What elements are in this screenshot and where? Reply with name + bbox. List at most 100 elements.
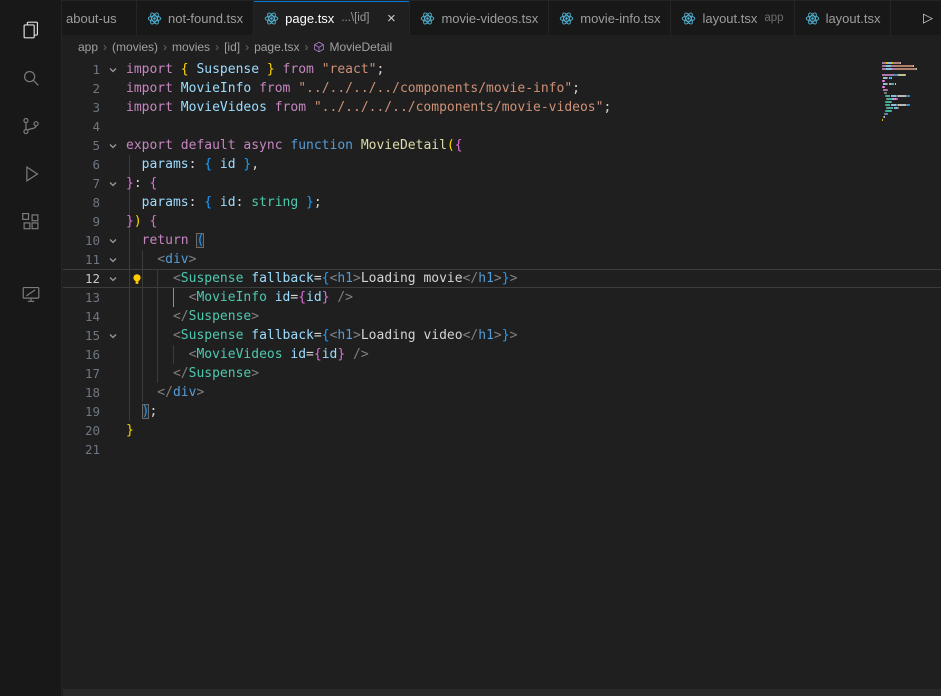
code-token: params — [126, 195, 189, 210]
breadcrumb-item-movies[interactable]: movies — [172, 40, 210, 54]
activity-bar-item-run-debug[interactable] — [7, 150, 55, 198]
run-icon[interactable]: ▷ — [923, 10, 933, 26]
code-line[interactable]: 14 </Suspense> — [63, 307, 941, 326]
line-number[interactable]: 3 — [63, 98, 100, 117]
line-number[interactable]: 13 — [63, 288, 100, 307]
tab-bar: about-us not-found.tsx page.tsx ...\[id]… — [62, 0, 941, 35]
code-text: <Suspense fallback={<h1>Loading movie</h… — [126, 269, 941, 288]
fold-gutter — [100, 326, 126, 345]
line-number[interactable]: 20 — [63, 421, 100, 440]
code-line[interactable]: 8 params: { id: string }; — [63, 193, 941, 212]
code-token: } — [501, 328, 510, 343]
tab-movie-videos-tsx[interactable]: movie-videos.tsx — [410, 1, 550, 35]
activity-bar-item-search[interactable] — [7, 54, 55, 102]
code-line[interactable]: 12 <Suspense fallback={<h1>Loading movie… — [63, 269, 941, 288]
code-line[interactable]: 17 </Suspense> — [63, 364, 941, 383]
tab-about-us[interactable]: about-us — [62, 1, 137, 35]
line-number[interactable]: 18 — [63, 383, 100, 402]
chevron-down-icon[interactable] — [108, 141, 118, 151]
breadcrumb-symbol-moviedetail[interactable]: MovieDetail — [313, 40, 392, 54]
chevron-down-icon[interactable] — [108, 65, 118, 75]
extensions-icon — [21, 212, 38, 230]
line-number[interactable]: 21 — [63, 440, 100, 459]
code-line[interactable]: 1 import { Suspense } from "react"; — [63, 60, 941, 79]
minimap-line — [882, 74, 938, 76]
horizontal-scrollbar[interactable] — [63, 689, 941, 696]
code-token: /> — [345, 347, 369, 362]
line-number[interactable]: 5 — [63, 136, 100, 155]
line-number[interactable]: 10 — [63, 231, 100, 250]
code-line[interactable]: 15 <Suspense fallback={<h1>Loading video… — [63, 326, 941, 345]
code-token: Suspense — [188, 62, 267, 77]
line-number[interactable]: 1 — [63, 60, 100, 79]
close-icon[interactable]: × — [383, 11, 399, 26]
code-line[interactable]: 18 </div> — [63, 383, 941, 402]
code-token: h1 — [478, 271, 494, 286]
breadcrumb-item-id[interactable]: [id] — [224, 40, 240, 54]
line-number[interactable]: 15 — [63, 326, 100, 345]
tab-not-found-tsx[interactable]: not-found.tsx — [137, 1, 255, 35]
line-number[interactable]: 8 — [63, 193, 100, 212]
code-line[interactable]: 20} — [63, 421, 941, 440]
tab-movie-info-tsx[interactable]: movie-info.tsx — [549, 1, 672, 35]
line-number[interactable]: 6 — [63, 155, 100, 174]
code-line[interactable]: 13 <MovieInfo id={id} /> — [63, 288, 941, 307]
line-number[interactable]: 17 — [63, 364, 100, 383]
code-token: } — [321, 290, 330, 305]
code-token: ) — [133, 214, 142, 229]
line-number[interactable]: 2 — [63, 79, 100, 98]
code-line[interactable]: 19 ); — [63, 402, 941, 421]
activity-bar — [0, 0, 62, 696]
code-line[interactable]: 16 <MovieVideos id={id} /> — [63, 345, 941, 364]
activity-bar-item-extensions[interactable] — [7, 198, 55, 246]
code-line[interactable]: 3 import MovieVideos from "../../../../co… — [63, 98, 941, 117]
breadcrumb-item-movies-group[interactable]: (movies) — [112, 40, 158, 54]
code-line[interactable]: 7}: { — [63, 174, 941, 193]
fold-gutter — [100, 269, 126, 288]
minimap-line — [882, 101, 938, 103]
code-line[interactable]: 10 return ( — [63, 231, 941, 250]
tab-label: page.tsx — [285, 10, 335, 26]
line-number[interactable]: 7 — [63, 174, 100, 193]
code-line[interactable]: 5 export default async function MovieDeta… — [63, 136, 941, 155]
activity-bar-item-remote-explorer[interactable] — [7, 270, 55, 318]
breadcrumb-item-app[interactable]: app — [78, 40, 98, 54]
chevron-down-icon[interactable] — [108, 331, 118, 341]
code-line[interactable]: 21 — [63, 440, 941, 459]
activity-bar-item-explorer[interactable] — [7, 6, 55, 54]
minimap[interactable] — [882, 62, 938, 125]
tab-layout-tsx[interactable]: layout.tsx app — [671, 1, 795, 35]
activity-bar-item-source-control[interactable] — [7, 102, 55, 150]
chevron-down-icon[interactable] — [108, 274, 118, 284]
chevron-down-icon[interactable] — [108, 179, 118, 189]
chevron-down-icon[interactable] — [108, 255, 118, 265]
editor[interactable]: 1 import { Suspense } from "react"; 2 impor… — [63, 59, 941, 689]
code-line[interactable]: 2 import MovieInfo from "../../../../comp… — [63, 79, 941, 98]
breadcrumb-item-page-tsx[interactable]: page.tsx — [254, 40, 299, 54]
line-number[interactable]: 4 — [63, 117, 100, 136]
tab-page-tsx[interactable]: page.tsx ...\[id] × — [254, 1, 411, 35]
line-number[interactable]: 12 — [63, 269, 100, 288]
code-line[interactable]: 11 <div> — [63, 250, 941, 269]
line-number[interactable]: 16 — [63, 345, 100, 364]
line-number[interactable]: 19 — [63, 402, 100, 421]
code-line[interactable]: 4 — [63, 117, 941, 136]
line-number[interactable]: 14 — [63, 307, 100, 326]
code-token: = — [306, 347, 314, 362]
tab-layout-tsx-partial[interactable]: layout.tsx — [794, 1, 892, 35]
code-line[interactable]: 6 params: { id }, — [63, 155, 941, 174]
code-token: from — [266, 100, 314, 115]
tab-description: app — [764, 12, 784, 24]
chevron-down-icon[interactable] — [108, 236, 118, 246]
fold-gutter — [100, 440, 126, 459]
code-token: MovieDetail — [360, 138, 447, 153]
code-text: ); — [126, 402, 941, 421]
fold-gutter — [100, 136, 126, 155]
code-line[interactable]: 9}) { — [63, 212, 941, 231]
line-number[interactable]: 11 — [63, 250, 100, 269]
line-number[interactable]: 9 — [63, 212, 100, 231]
code-token: MovieVideos — [196, 347, 283, 362]
minimap-line — [882, 107, 938, 109]
fold-gutter — [100, 288, 126, 307]
